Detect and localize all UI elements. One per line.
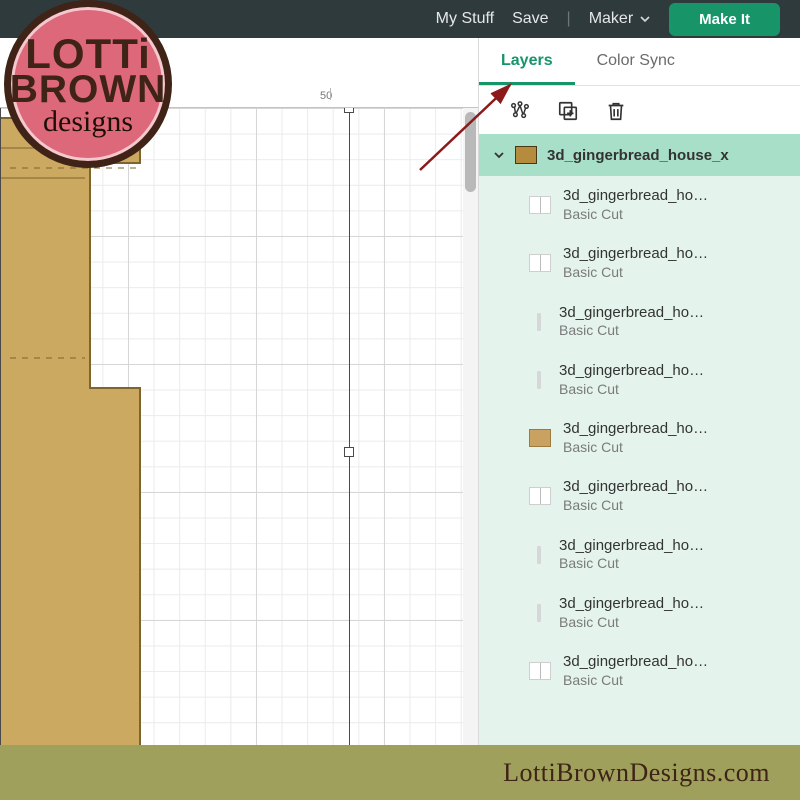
layer-swatch	[529, 196, 551, 214]
my-stuff-link[interactable]: My Stuff	[436, 10, 494, 28]
layers-list: 3d_gingerbread_house_x 3d_gingerbread_ho…	[479, 134, 800, 800]
duplicate-button[interactable]	[557, 100, 579, 122]
layer-swatch	[537, 604, 541, 622]
layer-operation: Basic Cut	[563, 264, 708, 282]
layer-name: 3d_gingerbread_ho…	[559, 362, 704, 381]
scrollbar-thumb[interactable]	[465, 112, 476, 192]
logo-line3: designs	[43, 105, 133, 139]
machine-dropdown[interactable]: Maker	[589, 10, 651, 28]
logo-line2: BROWN	[10, 72, 167, 107]
ungroup-button[interactable]	[509, 100, 531, 122]
layer-row[interactable]: 3d_gingerbread_ho…Basic Cut	[479, 409, 800, 467]
layer-name: 3d_gingerbread_ho…	[559, 304, 704, 323]
layer-name: 3d_gingerbread_ho…	[563, 478, 708, 497]
layer-operation: Basic Cut	[563, 497, 708, 515]
layer-operation: Basic Cut	[563, 672, 708, 690]
chevron-down-icon	[639, 13, 651, 25]
layer-operation: Basic Cut	[563, 439, 708, 457]
layer-row[interactable]: 3d_gingerbread_ho…Basic Cut	[479, 234, 800, 292]
layer-name: 3d_gingerbread_ho…	[563, 420, 708, 439]
layers-panel: Layers Color Sync 3d_gingerbread_house_x…	[478, 38, 800, 800]
watermark-logo: LOTTi BROWN designs	[4, 0, 172, 168]
divider: |	[567, 10, 571, 28]
logo-line1: LOTTi	[25, 35, 151, 73]
layer-operation: Basic Cut	[559, 322, 704, 340]
tab-color-sync[interactable]: Color Sync	[575, 38, 697, 85]
machine-label: Maker	[589, 10, 633, 28]
layer-name: 3d_gingerbread_ho…	[563, 245, 708, 264]
layer-row[interactable]: 3d_gingerbread_ho…Basic Cut	[479, 642, 800, 700]
layer-operation: Basic Cut	[563, 206, 708, 224]
layer-operation: Basic Cut	[559, 381, 704, 399]
layer-row[interactable]: 3d_gingerbread_ho…Basic Cut	[479, 584, 800, 642]
watermark-footer: LottiBrownDesigns.com	[0, 745, 800, 800]
canvas-scrollbar-vertical[interactable]	[463, 108, 478, 800]
tab-layers[interactable]: Layers	[479, 38, 575, 85]
layer-swatch	[529, 254, 551, 272]
layer-row[interactable]: 3d_gingerbread_ho…Basic Cut	[479, 293, 800, 351]
delete-button[interactable]	[605, 100, 627, 122]
layer-row[interactable]: 3d_gingerbread_ho…Basic Cut	[479, 176, 800, 234]
layer-row[interactable]: 3d_gingerbread_ho…Basic Cut	[479, 467, 800, 525]
layer-swatch	[529, 487, 551, 505]
trash-icon	[605, 100, 627, 122]
layer-name: 3d_gingerbread_ho…	[559, 595, 704, 614]
layer-operation: Basic Cut	[559, 614, 704, 632]
layer-row[interactable]: 3d_gingerbread_ho…Basic Cut	[479, 351, 800, 409]
chevron-down-icon	[493, 149, 505, 161]
duplicate-icon	[557, 100, 579, 122]
layer-operation: Basic Cut	[559, 555, 704, 573]
group-name: 3d_gingerbread_house_x	[547, 147, 729, 164]
make-it-button[interactable]: Make It	[669, 3, 780, 36]
layer-name: 3d_gingerbread_ho…	[563, 187, 708, 206]
layer-swatch	[537, 313, 541, 331]
layer-swatch	[537, 546, 541, 564]
panel-tabs: Layers Color Sync	[479, 38, 800, 86]
layer-name: 3d_gingerbread_ho…	[563, 653, 708, 672]
layer-swatch	[529, 429, 551, 447]
layer-name: 3d_gingerbread_ho…	[559, 537, 704, 556]
selection-box[interactable]	[0, 107, 350, 797]
group-thumbnail	[515, 146, 537, 164]
layer-toolbar	[479, 86, 800, 134]
layer-row[interactable]: 3d_gingerbread_ho…Basic Cut	[479, 526, 800, 584]
resize-handle-e[interactable]	[344, 447, 354, 457]
watermark-url: LottiBrownDesigns.com	[503, 758, 770, 788]
ungroup-icon	[509, 100, 531, 122]
layer-swatch	[529, 662, 551, 680]
layer-group-row[interactable]: 3d_gingerbread_house_x	[479, 134, 800, 176]
save-button[interactable]: Save	[512, 10, 548, 28]
layer-swatch	[537, 371, 541, 389]
